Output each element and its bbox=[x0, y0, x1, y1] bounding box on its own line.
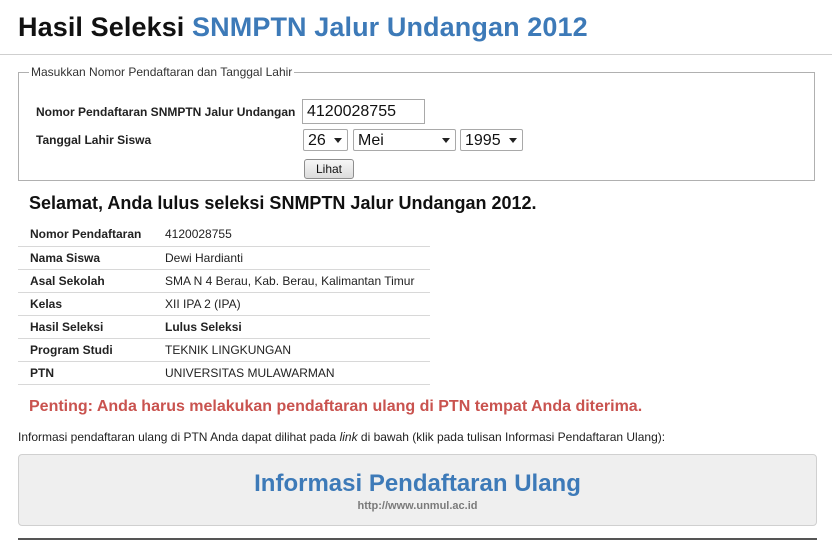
row-value: 4120028755 bbox=[152, 223, 430, 247]
nomor-pendaftaran-input[interactable] bbox=[302, 99, 425, 124]
nomor-label: Nomor Pendaftaran SNMPTN Jalur Undangan bbox=[36, 105, 296, 119]
row-label: Program Studi bbox=[18, 338, 152, 362]
bottom-divider bbox=[18, 538, 817, 540]
row-value: TEKNIK LINGKUNGAN bbox=[152, 338, 430, 362]
page-header: Hasil Seleksi SNMPTN Jalur Undangan 2012 bbox=[0, 0, 832, 55]
day-select-value: 26 bbox=[308, 132, 326, 149]
year-select-value: 1995 bbox=[465, 132, 501, 149]
lookup-form: Masukkan Nomor Pendaftaran dan Tanggal L… bbox=[18, 65, 815, 181]
row-value: XII IPA 2 (IPA) bbox=[152, 292, 430, 316]
page-title: Hasil Seleksi SNMPTN Jalur Undangan 2012 bbox=[18, 11, 832, 43]
daftar-ulang-url: http://www.unmul.ac.id bbox=[357, 500, 478, 512]
day-select[interactable]: 26 bbox=[303, 129, 348, 151]
info-text: Informasi pendaftaran ulang di PTN Anda … bbox=[18, 430, 665, 444]
penting-notice: Penting: Anda harus melakukan pendaftara… bbox=[29, 398, 643, 415]
chevron-down-icon bbox=[334, 138, 342, 143]
row-label: PTN bbox=[18, 361, 152, 385]
table-row: Program Studi TEKNIK LINGKUNGAN bbox=[18, 338, 430, 362]
table-row: Nomor Pendaftaran 4120028755 bbox=[18, 223, 430, 247]
daftar-ulang-title[interactable]: Informasi Pendaftaran Ulang bbox=[19, 470, 816, 498]
row-label: Nomor Pendaftaran bbox=[18, 223, 152, 247]
row-value: Lulus Seleksi bbox=[152, 315, 430, 339]
result-table: Nomor Pendaftaran 4120028755 Nama Siswa Dew… bbox=[18, 223, 430, 385]
row-label: Nama Siswa bbox=[18, 246, 152, 270]
table-row: Nama Siswa Dewi Hardianti bbox=[18, 246, 430, 270]
chevron-down-icon bbox=[442, 138, 450, 143]
row-label: Asal Sekolah bbox=[18, 269, 152, 293]
info-text-before: Informasi pendaftaran ulang di PTN Anda … bbox=[18, 430, 340, 444]
month-select[interactable]: Mei bbox=[353, 129, 456, 151]
table-row: Asal Sekolah SMA N 4 Berau, Kab. Berau, K… bbox=[18, 269, 430, 293]
table-row: Hasil Seleksi Lulus Seleksi bbox=[18, 315, 430, 339]
result-headline: Selamat, Anda lulus seleksi SNMPTN Jalur… bbox=[29, 193, 537, 213]
row-value: UNIVERSITAS MULAWARMAN bbox=[152, 361, 430, 385]
form-legend: Masukkan Nomor Pendaftaran dan Tanggal L… bbox=[31, 65, 293, 79]
lihat-button[interactable]: Lihat bbox=[304, 159, 354, 179]
row-value: Dewi Hardianti bbox=[152, 246, 430, 270]
page-title-highlight: SNMPTN Jalur Undangan 2012 bbox=[192, 12, 588, 42]
informasi-pendaftaran-ulang-button[interactable]: Informasi Pendaftaran Ulang http://www.u… bbox=[18, 454, 817, 526]
table-row: PTN UNIVERSITAS MULAWARMAN bbox=[18, 361, 430, 385]
year-select[interactable]: 1995 bbox=[460, 129, 523, 151]
page-title-prefix: Hasil Seleksi bbox=[18, 12, 185, 42]
month-select-value: Mei bbox=[358, 132, 384, 149]
row-label: Kelas bbox=[18, 292, 152, 316]
info-text-after: di bawah (klik pada tulisan Informasi Pe… bbox=[357, 430, 666, 444]
tanggal-label: Tanggal Lahir Siswa bbox=[36, 133, 152, 147]
info-link-word: link bbox=[339, 430, 358, 444]
chevron-down-icon bbox=[509, 138, 517, 143]
table-row: Kelas XII IPA 2 (IPA) bbox=[18, 292, 430, 316]
row-label: Hasil Seleksi bbox=[18, 315, 152, 339]
row-value: SMA N 4 Berau, Kab. Berau, Kalimantan Ti… bbox=[152, 269, 430, 293]
